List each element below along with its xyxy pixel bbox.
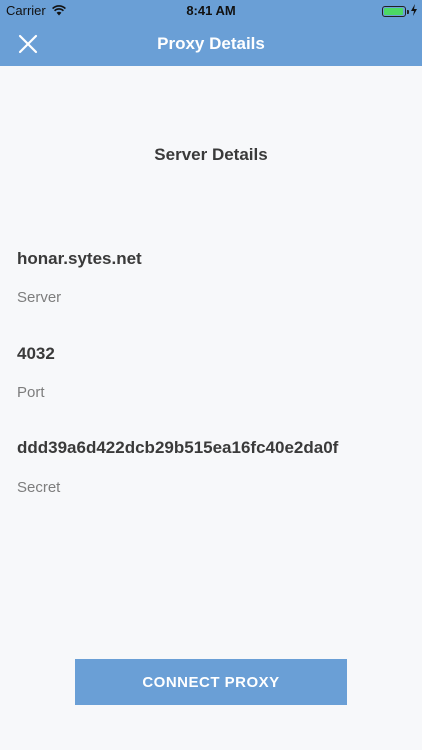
status-bar: Carrier 8:41 AM [0,0,422,22]
battery-icon [382,6,409,17]
server-label: Server [17,289,62,306]
secret-value: ddd39a6d422dcb29b515ea16fc40e2da0f [17,438,339,457]
page-title: Proxy Details [157,34,265,53]
server-value: honar.sytes.net [17,249,142,268]
port-label: Port [17,384,45,401]
connect-proxy-button[interactable]: CONNECT PROXY [75,659,347,705]
status-time: 8:41 AM [186,3,236,18]
section-title: Server Details [154,145,268,164]
bolt-icon [411,4,417,16]
port-value: 4032 [17,344,55,363]
battery-level [384,8,403,15]
navigation-bar: Proxy Details [0,22,422,66]
secret-label: Secret [17,479,61,496]
